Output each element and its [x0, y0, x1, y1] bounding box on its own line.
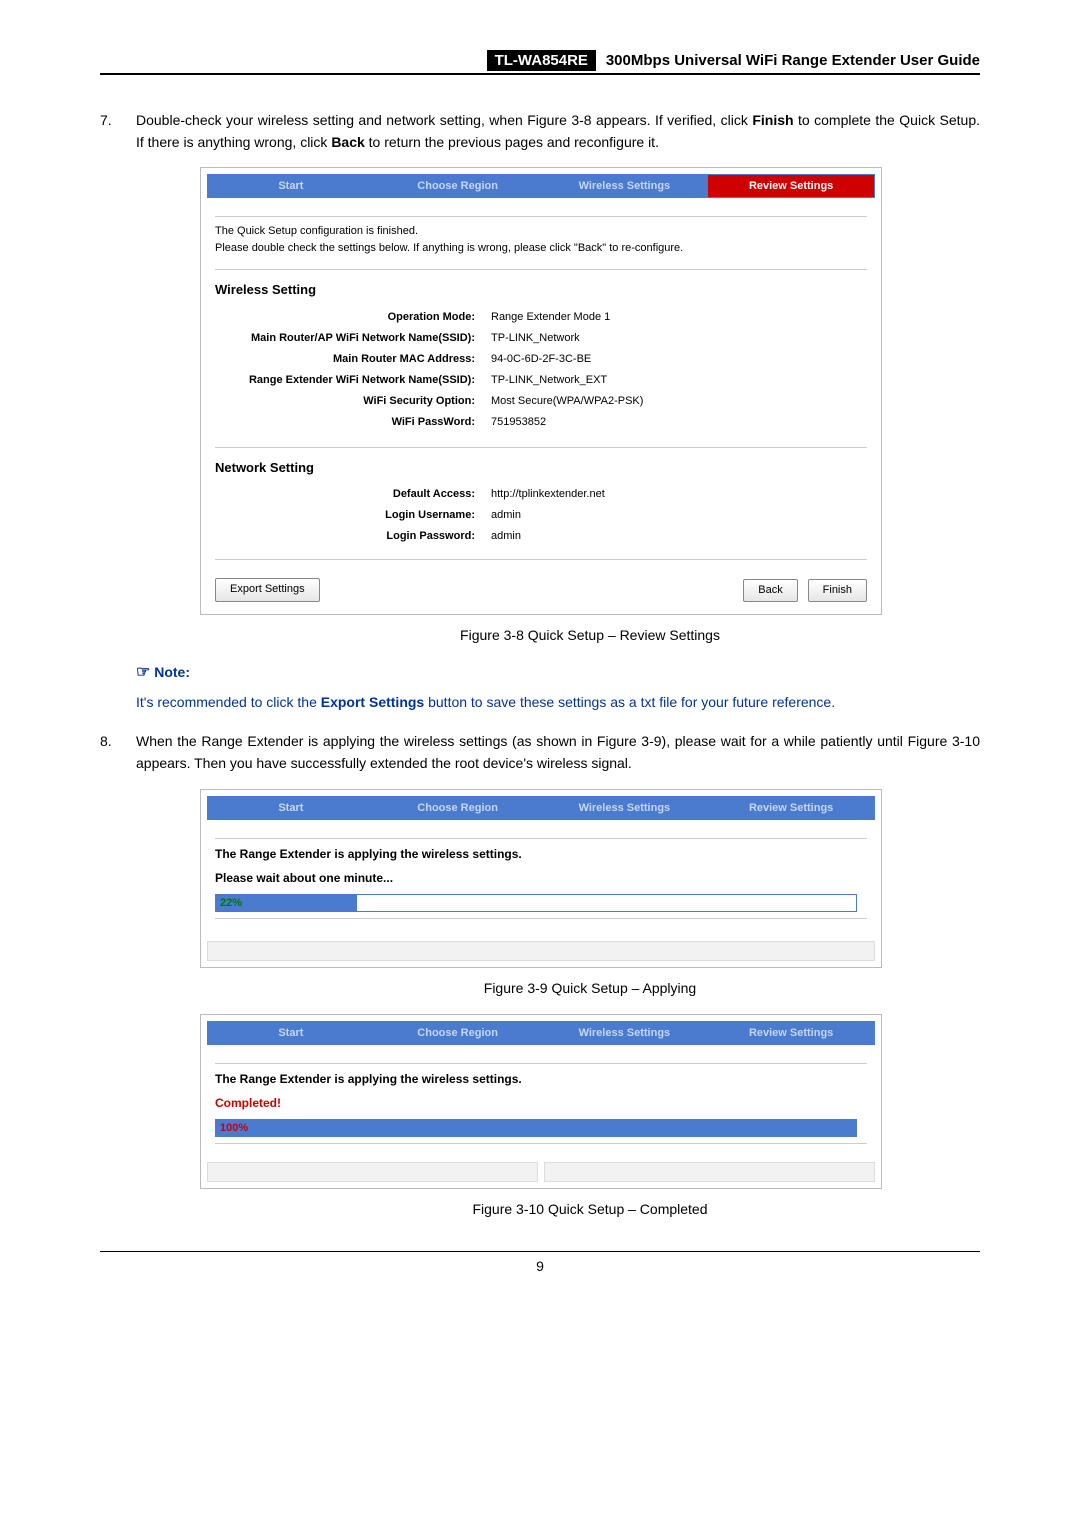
- tab-review-settings[interactable]: Review Settings: [708, 797, 874, 819]
- progress-percent: 100%: [220, 1120, 248, 1136]
- list-item: 8. When the Range Extender is applying t…: [100, 731, 980, 774]
- tab-choose-region[interactable]: Choose Region: [375, 1022, 542, 1044]
- applying-line: The Range Extender is applying the wirel…: [215, 845, 867, 864]
- pointing-hand-icon: ☞: [136, 664, 150, 681]
- tab-choose-region[interactable]: Choose Region: [375, 797, 542, 819]
- tab-review-settings[interactable]: Review Settings: [708, 175, 874, 197]
- figure-3-9: Start Choose Region Wireless Settings Re…: [200, 789, 882, 968]
- figure-3-8: Start Choose Region Wireless Settings Re…: [200, 167, 882, 615]
- progress-percent: 22%: [220, 895, 242, 911]
- label-security: WiFi Security Option:: [215, 393, 491, 410]
- completed-label: Completed!: [215, 1094, 867, 1113]
- tab-wireless-settings[interactable]: Wireless Settings: [542, 1022, 709, 1044]
- tab-start[interactable]: Start: [208, 1022, 375, 1044]
- bold-export-settings: Export Settings: [321, 694, 424, 710]
- value-ext-ssid: TP-LINK_Network_EXT: [491, 372, 607, 389]
- wizard-tabs: Start Choose Region Wireless Settings Re…: [207, 1021, 875, 1045]
- page-header: TL-WA854RE 300Mbps Universal WiFi Range …: [100, 50, 980, 75]
- wait-line: Please wait about one minute...: [215, 869, 867, 888]
- text: button to save these settings as a txt f…: [424, 694, 835, 710]
- back-button[interactable]: Back: [743, 579, 797, 602]
- label-main-ssid: Main Router/AP WiFi Network Name(SSID):: [215, 330, 491, 347]
- value-main-ssid: TP-LINK_Network: [491, 330, 580, 347]
- applying-line: The Range Extender is applying the wirel…: [215, 1070, 867, 1089]
- tab-wireless-settings[interactable]: Wireless Settings: [542, 175, 709, 197]
- tab-start[interactable]: Start: [208, 175, 375, 197]
- model-badge: TL-WA854RE: [487, 50, 596, 71]
- step8-text: When the Range Extender is applying the …: [136, 731, 980, 774]
- note-body: It's recommended to click the Export Set…: [136, 692, 980, 714]
- export-settings-button[interactable]: Export Settings: [215, 578, 320, 602]
- header-title: 300Mbps Universal WiFi Range Extender Us…: [600, 52, 980, 69]
- label-default-access: Default Access:: [215, 486, 491, 503]
- label-password: WiFi PassWord:: [215, 414, 491, 431]
- progress-bar: 22%: [215, 894, 857, 912]
- list-item: 7. Double-check your wireless setting an…: [100, 110, 980, 153]
- note-label: Note:: [154, 664, 190, 680]
- text: to return the previous pages and reconfi…: [365, 134, 659, 150]
- page-number: 9: [536, 1258, 544, 1274]
- note-head: ☞ Note:: [136, 661, 980, 686]
- figure-3-9-caption: Figure 3-9 Quick Setup – Applying: [200, 978, 980, 1000]
- bold-back: Back: [331, 134, 364, 150]
- wizard-tabs: Start Choose Region Wireless Settings Re…: [207, 174, 875, 198]
- step7-text: Double-check your wireless setting and n…: [136, 110, 980, 153]
- value-login-username: admin: [491, 507, 521, 524]
- progress-bar: 100%: [215, 1119, 857, 1137]
- figure-3-10: Start Choose Region Wireless Settings Re…: [200, 1014, 882, 1189]
- value-login-password: admin: [491, 528, 521, 545]
- finish-button[interactable]: Finish: [808, 579, 867, 602]
- list-number: 8.: [100, 731, 136, 774]
- footer-bar: [201, 1162, 881, 1188]
- footer-bar: [207, 941, 875, 961]
- wizard-tabs: Start Choose Region Wireless Settings Re…: [207, 796, 875, 820]
- tab-review-settings[interactable]: Review Settings: [708, 1022, 874, 1044]
- network-setting-head: Network Setting: [215, 458, 867, 478]
- label-operation-mode: Operation Mode:: [215, 309, 491, 326]
- value-security: Most Secure(WPA/WPA2-PSK): [491, 393, 643, 410]
- list-number: 7.: [100, 110, 136, 153]
- intro-line2: Please double check the settings below. …: [215, 240, 867, 257]
- text: Double-check your wireless setting and n…: [136, 112, 752, 128]
- label-login-password: Login Password:: [215, 528, 491, 545]
- value-main-mac: 94-0C-6D-2F-3C-BE: [491, 351, 591, 368]
- tab-start[interactable]: Start: [208, 797, 375, 819]
- progress-fill: [216, 1120, 856, 1136]
- text: It's recommended to click the: [136, 694, 321, 710]
- tab-wireless-settings[interactable]: Wireless Settings: [542, 797, 709, 819]
- label-main-mac: Main Router MAC Address:: [215, 351, 491, 368]
- intro-line1: The Quick Setup configuration is finishe…: [215, 223, 867, 240]
- value-password: 751953852: [491, 414, 546, 431]
- wireless-setting-head: Wireless Setting: [215, 280, 867, 300]
- tab-choose-region[interactable]: Choose Region: [375, 175, 542, 197]
- label-ext-ssid: Range Extender WiFi Network Name(SSID):: [215, 372, 491, 389]
- bold-finish: Finish: [752, 112, 793, 128]
- value-operation-mode: Range Extender Mode 1: [491, 309, 610, 326]
- label-login-username: Login Username:: [215, 507, 491, 524]
- page-footer: 9: [100, 1251, 980, 1274]
- figure-3-8-caption: Figure 3-8 Quick Setup – Review Settings: [200, 625, 980, 647]
- figure-3-10-caption: Figure 3-10 Quick Setup – Completed: [200, 1199, 980, 1221]
- value-default-access: http://tplinkextender.net: [491, 486, 605, 503]
